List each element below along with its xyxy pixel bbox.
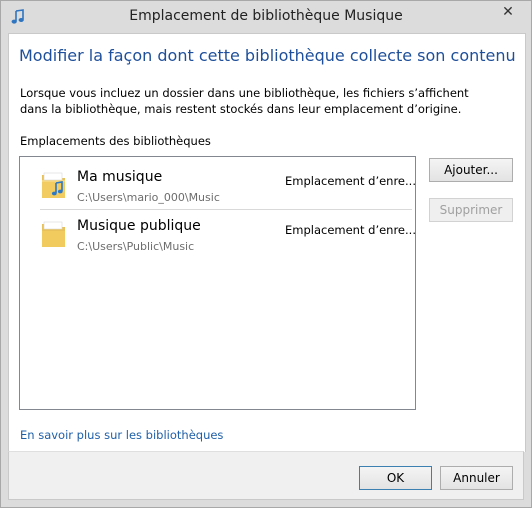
cancel-button[interactable]: Annuler <box>440 466 513 490</box>
location-path: C:\Users\Public\Music <box>77 240 195 253</box>
close-button[interactable]: ✕ <box>485 1 531 22</box>
list-separator <box>40 209 412 210</box>
location-name: Ma musique <box>77 169 163 185</box>
window-title: Emplacement de bibliothèque Musique <box>129 8 403 24</box>
location-path: C:\Users\mario_000\Music <box>77 191 220 204</box>
location-type: Emplacement d’enre... <box>285 223 416 237</box>
dialog-description: Lorsque vous incluez un dossier dans une… <box>20 86 469 116</box>
locations-list[interactable]: Ma musique C:\Users\mario_000\Music Empl… <box>19 156 416 410</box>
folder-icon <box>40 218 68 250</box>
dialog-heading: Modifier la façon dont cette bibliothèqu… <box>19 46 516 65</box>
close-icon: ✕ <box>502 3 514 20</box>
dialog-footer: OK Annuler <box>8 451 524 500</box>
location-type: Emplacement d’enre... <box>285 174 416 188</box>
location-name: Musique publique <box>77 218 201 234</box>
learn-more-link[interactable]: En savoir plus sur les bibliothèques <box>20 428 223 442</box>
list-item-ma-musique[interactable]: Ma musique C:\Users\mario_000\Music Empl… <box>40 163 416 209</box>
locations-label: Emplacements des bibliothèques <box>20 134 211 148</box>
title-bar: Emplacement de bibliothèque Musique ✕ <box>1 1 531 34</box>
library-locations-dialog: Emplacement de bibliothèque Musique ✕ Mo… <box>0 0 532 508</box>
add-button[interactable]: Ajouter... <box>429 158 513 182</box>
ok-button[interactable]: OK <box>359 466 432 490</box>
list-item-musique-publique[interactable]: Musique publique C:\Users\Public\Music E… <box>40 212 416 258</box>
dialog-content: Modifier la façon dont cette bibliothèqu… <box>8 33 526 452</box>
music-folder-icon <box>40 169 68 201</box>
remove-button[interactable]: Supprimer <box>429 198 513 222</box>
